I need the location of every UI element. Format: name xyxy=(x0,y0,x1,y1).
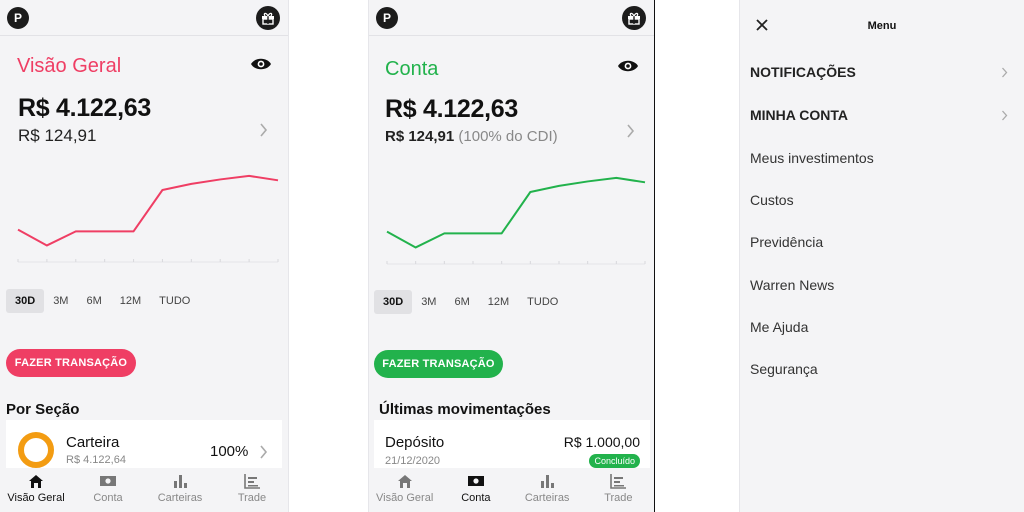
period-12m[interactable]: 12M xyxy=(111,289,150,313)
cash-icon xyxy=(100,476,116,486)
movement-date: 21/12/2020 xyxy=(385,455,441,467)
menu-item-seguran-a[interactable]: Segurança xyxy=(750,359,1014,379)
period-selector: 30D 3M 6M 12M TUDO xyxy=(374,290,567,314)
status-badge: Concluído xyxy=(589,454,640,468)
performance-chart xyxy=(17,174,279,263)
portfolio-amount: R$ 4.122,64 xyxy=(66,454,126,466)
menu-item-label: Warren News xyxy=(750,277,835,293)
chart-series-line xyxy=(17,174,279,247)
menu-item-label: MINHA CONTA xyxy=(750,107,848,123)
menu-item-meus-investimentos[interactable]: Meus investimentos xyxy=(750,148,1014,168)
menu-item-label: Me Ajuda xyxy=(750,319,809,335)
page-title: Conta xyxy=(385,58,439,80)
chevron-right-icon xyxy=(260,445,268,459)
avatar-letter: P xyxy=(13,11,22,25)
tab-label: Trade xyxy=(237,492,267,504)
tab-trade[interactable]: Trade xyxy=(216,468,288,512)
earnings-value: R$ 124,91 xyxy=(385,128,455,145)
page-title: Visão Geral xyxy=(17,55,122,77)
balance-value: R$ 4.122,63 xyxy=(385,95,518,123)
period-tudo[interactable]: TUDO xyxy=(518,290,567,314)
bar-chart-icon xyxy=(174,475,187,488)
menu-screen: Menu NOTIFICAÇÕES MINHA CONTA Meus investi… xyxy=(739,0,1024,512)
period-6m[interactable]: 6M xyxy=(445,290,478,314)
overview-screen: P Visão Geral R$ 4.122,63 R$ 124,91 30D 3… xyxy=(0,0,289,512)
menu-item-warren-news[interactable]: Warren News xyxy=(750,275,1014,295)
earnings-value: R$ 124,91 xyxy=(18,126,97,145)
allocation-ring-icon xyxy=(18,432,54,468)
tab-label: Carteiras xyxy=(524,492,570,504)
period-selector: 30D 3M 6M 12M TUDO xyxy=(6,289,199,313)
tab-bar: Visão Geral Conta Carteiras Trade xyxy=(369,468,654,512)
menu-title: Menu xyxy=(867,20,897,32)
period-30d[interactable]: 30D xyxy=(6,289,45,313)
cash-icon xyxy=(467,476,484,486)
portfolio-name: Carteira xyxy=(66,434,120,451)
menu-item-me-ajuda[interactable]: Me Ajuda xyxy=(750,317,1014,337)
profile-avatar[interactable]: P xyxy=(376,7,398,29)
earnings-line: R$ 124,91 (100% do CDI) xyxy=(385,128,558,145)
portfolio-percent: 100% xyxy=(210,443,249,460)
menu-item-label: Segurança xyxy=(750,361,818,377)
tab-bar: Visão Geral Conta Carteiras Trade xyxy=(0,468,288,512)
chevron-right-icon xyxy=(1002,110,1008,120)
menu-item-label: Previdência xyxy=(750,234,824,250)
cdi-note: (100% do CDI) xyxy=(458,128,558,145)
menu-item-previd-ncia[interactable]: Previdência xyxy=(750,232,1014,252)
eye-icon[interactable] xyxy=(617,58,639,74)
tab-account[interactable]: Conta xyxy=(440,468,511,512)
top-bar: P xyxy=(0,0,288,36)
period-3m[interactable]: 3M xyxy=(412,290,445,314)
tab-label: Conta xyxy=(93,492,123,504)
profile-avatar[interactable]: P xyxy=(7,7,29,29)
menu-item-notifica-es[interactable]: NOTIFICAÇÕES xyxy=(750,62,1014,82)
chevron-right-icon xyxy=(1002,67,1008,77)
tab-label: Conta xyxy=(461,492,491,504)
menu-item-minha-conta[interactable]: MINHA CONTA xyxy=(750,105,1014,125)
period-30d[interactable]: 30D xyxy=(374,290,413,314)
tab-trade[interactable]: Trade xyxy=(583,468,654,512)
tab-wallets[interactable]: Carteiras xyxy=(512,468,583,512)
bar-chart-icon xyxy=(541,475,555,488)
period-12m[interactable]: 12M xyxy=(479,290,518,314)
make-transaction-button[interactable]: FAZER TRANSAÇÃO xyxy=(374,350,503,378)
balance-value: R$ 4.122,63 xyxy=(18,94,151,122)
performance-chart xyxy=(386,176,646,265)
menu-item-label: NOTIFICAÇÕES xyxy=(750,64,856,80)
tab-overview[interactable]: Visão Geral xyxy=(369,468,440,512)
menu-item-custos[interactable]: Custos xyxy=(750,190,1014,210)
eye-icon[interactable] xyxy=(250,56,272,72)
period-6m[interactable]: 6M xyxy=(77,289,110,313)
tab-label: Visão Geral xyxy=(7,492,65,504)
top-bar: P xyxy=(369,0,654,36)
section-heading: Por Seção xyxy=(6,401,80,418)
chart-series-line xyxy=(386,176,646,249)
chevron-right-icon[interactable] xyxy=(626,124,635,138)
menu-item-label: Meus investimentos xyxy=(750,150,874,166)
tab-account[interactable]: Conta xyxy=(72,468,144,512)
tab-overview[interactable]: Visão Geral xyxy=(0,468,72,512)
period-3m[interactable]: 3M xyxy=(44,289,77,313)
tab-label: Visão Geral xyxy=(375,492,434,504)
trade-chart-icon xyxy=(244,474,260,489)
tab-wallets[interactable]: Carteiras xyxy=(144,468,216,512)
movement-name: Depósito xyxy=(385,434,445,451)
section-heading: Últimas movimentações xyxy=(379,401,551,418)
tab-label: Trade xyxy=(604,492,633,504)
tab-label: Carteiras xyxy=(157,492,203,504)
home-icon xyxy=(397,475,412,488)
chevron-right-icon[interactable] xyxy=(259,123,268,137)
canvas: P Visão Geral R$ 4.122,63 R$ 124,91 30D 3… xyxy=(0,0,1024,512)
period-tudo[interactable]: TUDO xyxy=(150,289,199,313)
gift-icon[interactable] xyxy=(256,6,280,30)
home-icon xyxy=(29,475,43,488)
account-screen: P Conta R$ 4.122,63 R$ 124,91 (100% do C… xyxy=(368,0,655,512)
menu-item-label: Custos xyxy=(750,192,794,208)
movement-amount: R$ 1.000,00 xyxy=(563,434,640,450)
gift-icon[interactable] xyxy=(622,6,646,30)
make-transaction-button[interactable]: FAZER TRANSAÇÃO xyxy=(6,349,136,377)
avatar-letter: P xyxy=(382,11,391,25)
trade-chart-icon xyxy=(610,474,627,489)
